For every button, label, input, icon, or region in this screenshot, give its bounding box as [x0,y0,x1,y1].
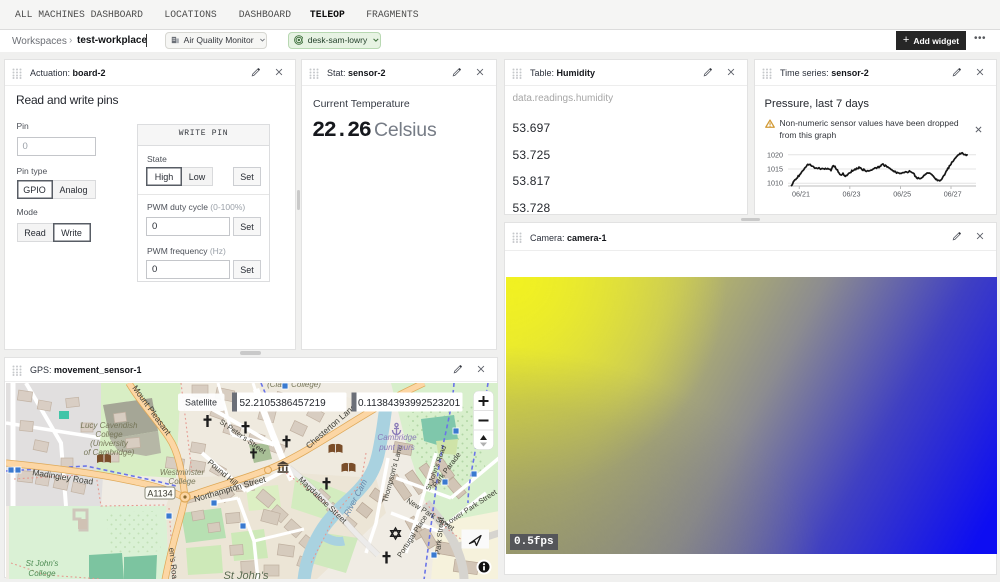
svg-text:06/21: 06/21 [792,190,810,199]
svg-text:St John's: St John's [223,570,268,579]
svg-text:A1134: A1134 [147,488,172,498]
svg-text:St John's: St John's [25,559,58,568]
svg-text:1020: 1020 [767,150,783,159]
svg-text:06/25: 06/25 [893,190,911,199]
svg-text:College: College [168,477,196,486]
svg-text:1010: 1010 [767,179,783,188]
svg-text:52.2105386457219: 52.2105386457219 [239,397,326,408]
svg-text:(Clare College): (Clare College) [267,383,321,389]
svg-text:Satellite: Satellite [184,397,216,407]
svg-text:Lucy Cavendish: Lucy Cavendish [80,421,137,430]
svg-text:(University: (University [90,439,129,448]
svg-text:College: College [95,430,123,439]
svg-text:Westminster: Westminster [159,468,204,477]
svg-text:of Cambridge): of Cambridge) [83,448,134,457]
svg-text:0.11384393992523201: 0.11384393992523201 [358,397,461,408]
svg-text:Cambridge: Cambridge [377,433,417,442]
svg-text:punt tours: punt tours [378,443,415,452]
svg-text:06/27: 06/27 [944,190,962,199]
svg-text:06/23: 06/23 [843,190,861,199]
svg-text:1015: 1015 [767,164,783,173]
svg-text:College: College [28,569,56,578]
